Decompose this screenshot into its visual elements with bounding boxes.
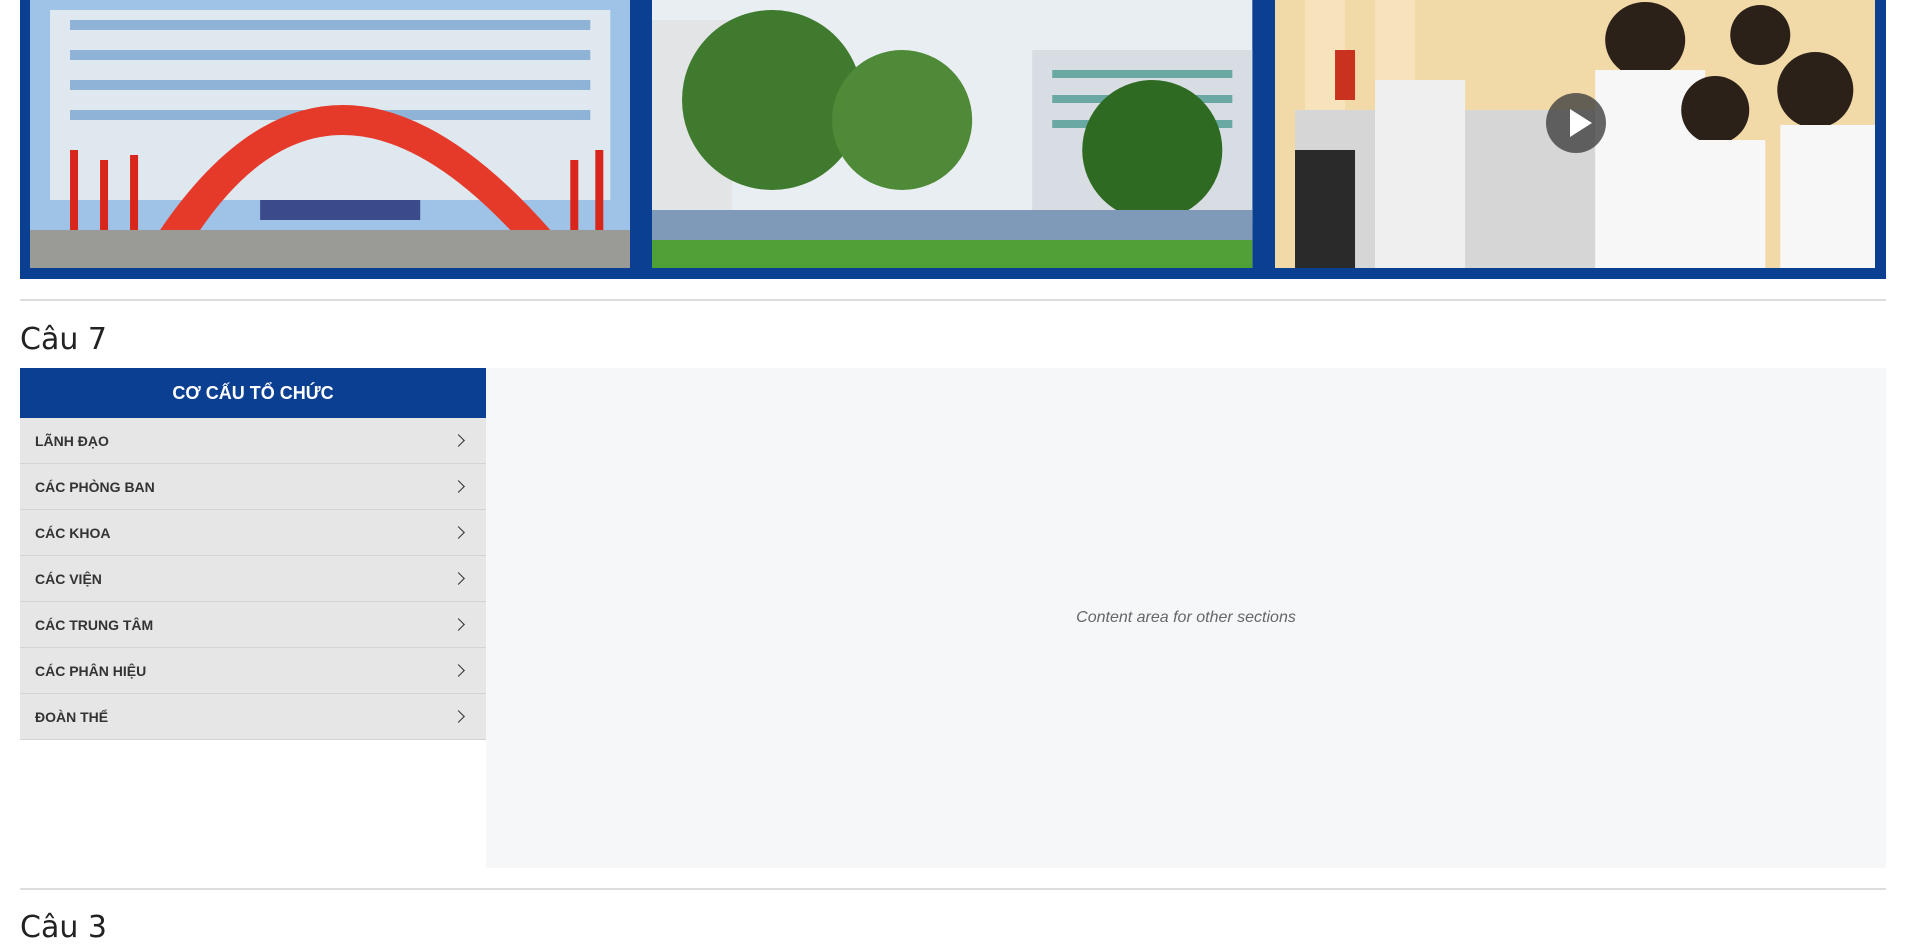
org-item-label: LÃNH ĐẠO — [35, 432, 109, 449]
section-divider — [20, 888, 1886, 890]
page: Câu 7 CƠ CẤU TỔ CHỨC LÃNH ĐẠO CÁC PHÒNG … — [0, 0, 1907, 948]
chevron-right-icon — [452, 618, 465, 631]
org-item-lanh-dao[interactable]: LÃNH ĐẠO — [20, 418, 486, 464]
org-item-label: CÁC TRUNG TÂM — [35, 616, 154, 633]
org-item-trung-tam[interactable]: CÁC TRUNG TÂM — [20, 602, 486, 648]
section-title: Câu 7 — [20, 322, 107, 357]
org-item-label: CÁC VIỆN — [35, 570, 102, 587]
chevron-right-icon — [452, 434, 465, 447]
org-item-label: CÁC KHOA — [35, 524, 111, 541]
org-item-phan-hieu[interactable]: CÁC PHÂN HIỆU — [20, 648, 486, 694]
content-placeholder-text: Content area for other sections — [1076, 609, 1296, 626]
org-item-label: CÁC PHÒNG BAN — [35, 478, 155, 495]
play-icon[interactable] — [1545, 93, 1606, 153]
org-item-doan-the[interactable]: ĐOÀN THỂ — [20, 694, 486, 740]
campus-gate-arch-photo[interactable] — [30, 0, 631, 268]
chevron-right-icon — [452, 710, 465, 723]
chevron-right-icon — [452, 526, 465, 539]
section-title: Câu 3 — [20, 910, 107, 945]
chevron-right-icon — [452, 480, 465, 493]
org-item-label: CÁC PHÂN HIỆU — [35, 662, 147, 679]
org-item-phong-ban[interactable]: CÁC PHÒNG BAN — [20, 464, 486, 510]
photo-banner — [20, 0, 1886, 279]
org-item-khoa[interactable]: CÁC KHOA — [20, 510, 486, 556]
org-item-vien[interactable]: CÁC VIỆN — [20, 556, 486, 602]
chevron-right-icon — [452, 664, 465, 677]
org-menu-header: CƠ CẤU TỔ CHỨC — [20, 368, 486, 418]
campus-trees-buildings-photo[interactable] — [652, 0, 1253, 268]
section-divider — [20, 299, 1886, 301]
content-area: Content area for other sections — [486, 368, 1886, 868]
chevron-right-icon — [452, 572, 465, 585]
org-structure-menu: CƠ CẤU TỔ CHỨC LÃNH ĐẠO CÁC PHÒNG BAN CÁ… — [20, 368, 486, 740]
org-item-label: ĐOÀN THỂ — [35, 708, 109, 725]
laboratory-students-photo[interactable] — [1274, 0, 1875, 268]
